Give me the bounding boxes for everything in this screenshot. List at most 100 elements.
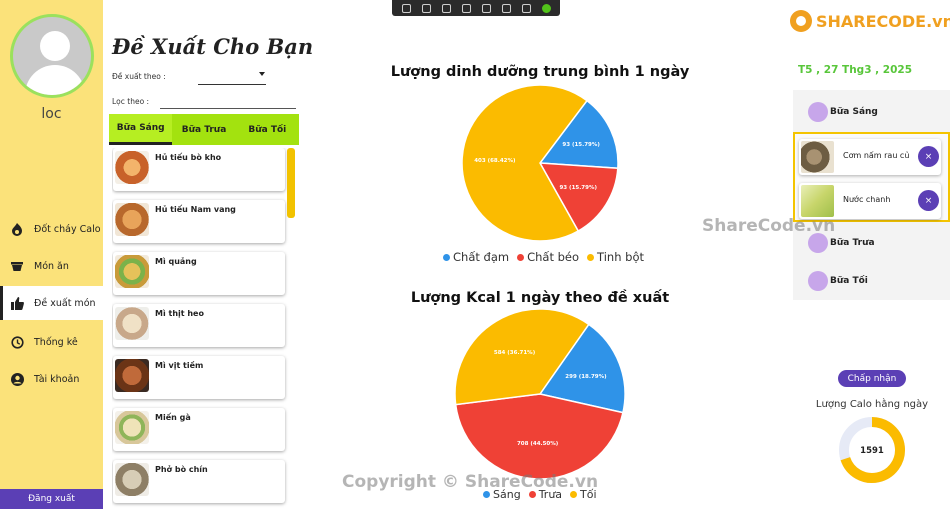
brand-text: SHARECODE.vn <box>816 11 950 31</box>
nutrition-legend: Chất đạm Chất béo Tinh bột <box>443 250 644 264</box>
sidebar-item-statistics[interactable]: Thống kê <box>0 325 103 359</box>
food-card[interactable]: Mì vịt tiềm <box>113 356 285 399</box>
food-thumbnail <box>801 185 834 217</box>
food-name: Hủ tiếu Nam vang <box>155 205 236 214</box>
pie-data-label: 403 (68.42%) <box>474 158 516 164</box>
suggest-by-label: Đề xuất theo : <box>112 72 166 81</box>
food-thumbnail <box>115 151 149 184</box>
food-card[interactable]: Mì thịt heo <box>113 304 285 347</box>
chevron-down-icon <box>259 72 265 76</box>
meal-label: Bữa Sáng <box>830 107 878 117</box>
daily-calo-gauge: 1591 <box>839 417 905 483</box>
food-name: Phở bò chín <box>155 465 208 474</box>
legend-label: Chất béo <box>527 250 580 264</box>
avatar[interactable] <box>10 14 94 98</box>
added-food-card: Nước chanh × <box>799 183 941 219</box>
food-name: Miến gà <box>155 413 191 422</box>
food-list-scrollbar[interactable] <box>287 148 295 218</box>
tab-lunch[interactable]: Bữa Trưa <box>172 114 235 145</box>
tab-dinner[interactable]: Bữa Tối <box>236 114 299 145</box>
sidebar-item-burn-calo[interactable]: Đốt cháy Calo <box>0 212 103 246</box>
sidebar-item-account[interactable]: Tài khoản <box>0 362 103 396</box>
food-thumbnail <box>115 411 149 444</box>
brand-logo: SHARECODE.vn <box>790 10 950 32</box>
food-card[interactable]: Phở bò chín <box>113 460 285 503</box>
sidebar-item-label: Thống kê <box>34 336 78 348</box>
legend-item: Tinh bột <box>587 250 644 264</box>
toolbar-tool-icon[interactable] <box>521 3 531 13</box>
toolbar-tool-icon[interactable] <box>461 3 471 13</box>
account-icon <box>10 372 24 386</box>
food-thumbnail <box>115 255 149 288</box>
pie-data-label: 708 (44.50%) <box>517 441 559 447</box>
toolbar-tool-icon[interactable] <box>441 3 451 13</box>
watermark-side: ShareCode.vn <box>702 216 836 236</box>
meal-icon <box>808 271 828 291</box>
food-name: Nước chanh <box>843 195 891 204</box>
sidebar-item-label: Tài khoản <box>34 373 80 385</box>
legend-label: Chất đạm <box>453 250 510 264</box>
food-card[interactable]: Miến gà <box>113 408 285 451</box>
food-thumbnail <box>115 463 149 496</box>
suggest-by-select[interactable] <box>198 68 266 85</box>
food-name: Mì thịt heo <box>155 309 204 318</box>
kcal-chart-title: Lượng Kcal 1 ngày theo đề xuất <box>410 290 670 306</box>
meal-label: Bữa Trưa <box>830 238 875 248</box>
legend-item: Chất đạm <box>443 250 509 264</box>
toolbar-tool-icon[interactable] <box>401 3 411 13</box>
food-name: Mì quảng <box>155 257 197 266</box>
accept-button[interactable]: Chấp nhận <box>838 370 906 387</box>
history-icon <box>10 335 24 349</box>
food-card[interactable]: Hủ tiếu Nam vang <box>113 200 285 243</box>
tab-breakfast[interactable]: Bữa Sáng <box>109 114 173 145</box>
thumbs-up-icon <box>10 296 24 310</box>
meal-tabs: Bữa Sáng Bữa Trưa Bữa Tối <box>109 114 299 145</box>
food-thumbnail <box>115 307 149 340</box>
check-icon[interactable] <box>541 3 551 13</box>
pie-data-label: 299 (18.79%) <box>565 374 607 380</box>
screen-toolbar <box>392 0 560 16</box>
page-title: Đề Xuất Cho Bạn <box>112 34 314 59</box>
food-name: Mì vịt tiềm <box>155 361 204 370</box>
toolbar-tool-icon[interactable] <box>481 3 491 13</box>
logout-button[interactable]: Đăng xuất <box>0 489 103 509</box>
daily-calo-label: Lượng Calo hằng ngày <box>815 399 929 410</box>
bowl-icon <box>10 259 24 273</box>
pie-data-label: 93 (15.79%) <box>562 142 600 148</box>
app-window: loc Đốt cháy Calo Món ăn Đề xuất món Thố… <box>0 0 950 509</box>
sidebar-item-dishes[interactable]: Món ăn <box>0 249 103 283</box>
username: loc <box>41 106 62 122</box>
nutrition-pie-chart: 93 (15.79%) 93 (15.79%) 403 (68.42%) <box>461 84 619 242</box>
sidebar-item-label: Món ăn <box>34 260 69 272</box>
sharecode-logo-icon <box>790 10 812 32</box>
sidebar-item-suggest[interactable]: Đề xuất món <box>0 286 103 320</box>
food-thumbnail <box>115 203 149 236</box>
added-food-card: Cơm nấm rau củ × <box>799 139 941 175</box>
nutrition-chart-title: Lượng dinh dưỡng trung bình 1 ngày <box>390 64 690 80</box>
meal-breakfast[interactable]: Bữa Sáng <box>808 102 878 122</box>
remove-food-button[interactable]: × <box>918 190 939 211</box>
meal-icon <box>808 102 828 122</box>
pie-data-label: 93 (15.79%) <box>559 185 597 191</box>
food-list: Hủ tiếu bò kho Hủ tiếu Nam vang Mì quảng… <box>112 148 297 509</box>
pie-data-label: 584 (36.71%) <box>494 350 536 356</box>
food-card[interactable]: Mì quảng <box>113 252 285 295</box>
toolbar-tool-icon[interactable] <box>421 3 431 13</box>
meal-label: Bữa Tối <box>830 276 868 286</box>
current-date: T5 , 27 Thg3 , 2025 <box>798 64 913 76</box>
pie-slice-Trưa <box>454 393 624 480</box>
meal-dinner[interactable]: Bữa Tối <box>808 271 868 291</box>
toolbar-tool-icon[interactable] <box>501 3 511 13</box>
legend-label: Tinh bột <box>597 250 644 264</box>
gauge-value: 1591 <box>860 446 884 456</box>
kcal-pie-chart: 299 (18.79%) 708 (44.50%) 584 (36.71%) <box>454 308 626 480</box>
filter-input[interactable] <box>160 94 296 109</box>
food-thumbnail <box>801 141 834 173</box>
sidebar-item-label: Đốt cháy Calo <box>34 223 101 235</box>
meal-lunch[interactable]: Bữa Trưa <box>808 233 875 253</box>
food-card[interactable]: Hủ tiếu bò kho <box>113 148 285 191</box>
remove-food-button[interactable]: × <box>918 146 939 167</box>
sidebar: loc Đốt cháy Calo Món ăn Đề xuất món Thố… <box>0 0 103 509</box>
flame-icon <box>10 222 24 236</box>
legend-item: Chất béo <box>517 250 579 264</box>
